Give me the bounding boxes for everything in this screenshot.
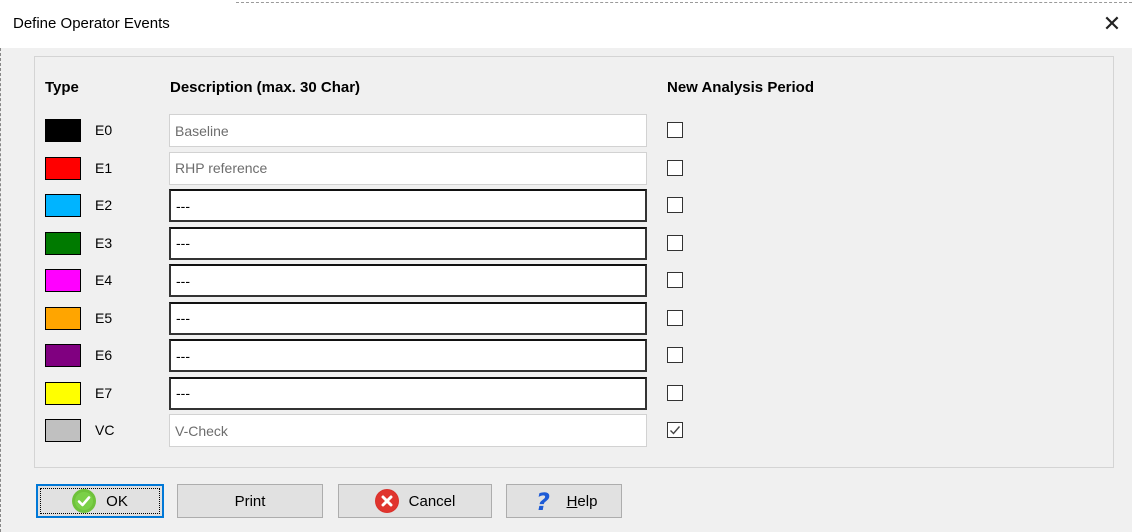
event-code: E0 xyxy=(95,122,113,138)
help-accelerator: H xyxy=(566,492,578,510)
help-label: Help xyxy=(567,493,598,510)
event-color-swatch[interactable] xyxy=(45,381,81,405)
event-code: E7 xyxy=(95,384,113,401)
new-analysis-period-checkbox[interactable] xyxy=(667,272,683,288)
event-color-swatch[interactable] xyxy=(45,306,81,330)
close-icon[interactable]: ✕ xyxy=(1094,6,1130,42)
new-analysis-period-checkbox[interactable] xyxy=(667,234,683,251)
type-header: Type xyxy=(45,79,79,96)
new-analysis-period-checkbox[interactable] xyxy=(667,309,683,326)
check-circle-icon xyxy=(72,489,97,513)
event-color-swatch[interactable] xyxy=(45,344,81,367)
event-code: E2 xyxy=(95,197,113,213)
event-row: E5 --- xyxy=(0,301,1132,336)
help-button[interactable]: ? Help xyxy=(506,484,622,518)
event-description-input[interactable]: --- xyxy=(169,264,647,297)
new-analysis-period-checkbox[interactable] xyxy=(667,197,683,213)
event-color-swatch[interactable] xyxy=(45,119,81,142)
event-color-swatch[interactable] xyxy=(45,156,81,180)
event-row: E2 --- xyxy=(0,189,1132,223)
event-color-swatch[interactable] xyxy=(45,231,81,255)
new-analysis-period-checkbox[interactable] xyxy=(667,159,683,176)
event-description-input[interactable]: V-Check xyxy=(169,414,647,447)
event-description-input[interactable]: --- xyxy=(169,376,647,410)
event-description-input[interactable]: Baseline xyxy=(169,114,647,147)
event-row: E1 RHP reference xyxy=(0,151,1132,186)
event-row: E6 --- xyxy=(0,339,1132,373)
new-analysis-period-checkbox[interactable] xyxy=(667,384,683,401)
event-code: E4 xyxy=(95,272,113,288)
event-code: E1 xyxy=(95,159,113,176)
event-description-input[interactable]: RHP reference xyxy=(169,151,647,185)
print-label: Print xyxy=(234,492,266,510)
help-label-rest: elp xyxy=(577,492,598,510)
print-button[interactable]: Print xyxy=(177,484,323,518)
ok-button[interactable]: OK xyxy=(36,484,164,518)
event-row: E7 --- xyxy=(0,376,1132,411)
event-color-swatch[interactable] xyxy=(45,194,81,217)
event-code: E5 xyxy=(95,309,113,326)
event-color-swatch[interactable] xyxy=(45,269,81,292)
event-code: E6 xyxy=(95,347,113,363)
event-code: VC xyxy=(95,422,115,438)
ok-label: OK xyxy=(106,492,128,510)
event-description-input[interactable]: --- xyxy=(169,339,647,372)
define-operator-events-dialog: Define Operator Events ✕ Type Descriptio… xyxy=(0,0,1132,532)
new-analysis-period-header: New Analysis Period xyxy=(667,79,814,96)
event-description-input[interactable]: --- xyxy=(169,301,647,335)
new-analysis-period-checkbox[interactable] xyxy=(667,347,683,363)
description-header: Description (max. 30 Char) xyxy=(170,79,361,96)
cancel-button[interactable]: Cancel xyxy=(338,484,492,518)
new-analysis-period-checkbox[interactable] xyxy=(667,422,683,438)
top-dashed-line xyxy=(236,2,1132,3)
event-color-swatch[interactable] xyxy=(45,419,81,442)
checkmark-icon xyxy=(670,426,681,435)
error-circle-icon xyxy=(374,489,399,513)
window-title: Define Operator Events xyxy=(13,15,170,32)
event-row: VC V-Check xyxy=(0,414,1132,448)
event-code: E3 xyxy=(95,234,113,251)
svg-text:?: ? xyxy=(536,488,550,514)
title-bar: Define Operator Events ✕ xyxy=(0,0,1132,48)
cancel-label: Cancel xyxy=(408,492,456,510)
new-analysis-period-checkbox[interactable] xyxy=(667,122,683,138)
event-row: E0 Baseline xyxy=(0,114,1132,148)
event-row: E4 --- xyxy=(0,264,1132,298)
event-description-input[interactable]: --- xyxy=(169,189,647,222)
event-row: E3 --- xyxy=(0,226,1132,261)
question-mark-icon: ? xyxy=(531,488,555,514)
focus-rectangle xyxy=(40,488,160,514)
event-description-input[interactable]: --- xyxy=(169,226,647,260)
